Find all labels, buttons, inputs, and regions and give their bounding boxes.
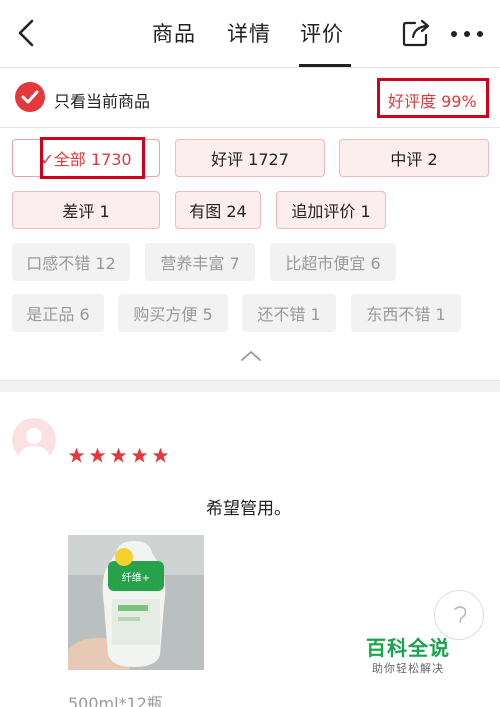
star-icon [131,447,148,463]
chip-tag[interactable]: 购买方便 5 [118,294,228,332]
chip-bad[interactable]: 差评 1 [12,191,160,229]
review-tags: ✓全部 1730 好评 1727 中评 2 差评 1 有图 24 追加评价 1 … [0,128,500,380]
tab-product[interactable]: 商品 [152,18,196,48]
chip-with-photo[interactable]: 有图 24 [175,191,261,229]
rating-stars [68,447,169,464]
section-divider [0,380,500,392]
user-avatar[interactable] [12,418,56,462]
star-icon [152,447,169,463]
active-tab-indicator [299,64,351,67]
filter-row: 只看当前商品 好评度 99% [0,68,500,128]
chip-tag[interactable]: 东西不错 1 [351,294,461,332]
star-icon [110,447,127,463]
share-icon[interactable] [401,18,431,48]
only-current-product-label[interactable]: 只看当前商品 [54,88,150,112]
chip-tag[interactable]: 比超市便宜 6 [270,243,396,281]
star-icon [89,447,106,463]
chip-good[interactable]: 好评 1727 [175,139,325,177]
review-text: 希望管用。 [206,499,291,519]
chevron-up-icon[interactable] [240,350,262,362]
chip-tag[interactable]: 口感不错 12 [12,243,130,281]
chip-tag[interactable]: 营养丰富 7 [145,243,255,281]
review-photo[interactable]: 纤维+ [68,535,204,670]
tab-reviews[interactable]: 评价 [300,18,344,48]
chip-tag[interactable]: 是正品 6 [12,294,104,332]
checkbox-checked-icon[interactable] [15,82,45,112]
good-rate-text: 好评度 99% [388,92,477,111]
product-spec: 500ml*12瓶 [68,694,163,707]
chip-tag[interactable]: 还不错 1 [242,294,336,332]
watermark-title: 百科全说 [366,636,450,660]
chip-follow-up[interactable]: 追加评价 1 [276,191,386,229]
top-nav-bar: 商品 详情 评价 [0,0,500,68]
tab-details[interactable]: 详情 [227,18,271,48]
watermark-subtitle: 助你轻松解决 [372,662,444,675]
chip-neutral[interactable]: 中评 2 [339,139,489,177]
svg-text:纤维+: 纤维+ [122,571,150,584]
all-chip-highlight [40,137,145,179]
good-rate-highlight: 好评度 99% [377,78,489,118]
more-options-icon[interactable] [450,30,484,38]
star-icon [68,447,85,463]
